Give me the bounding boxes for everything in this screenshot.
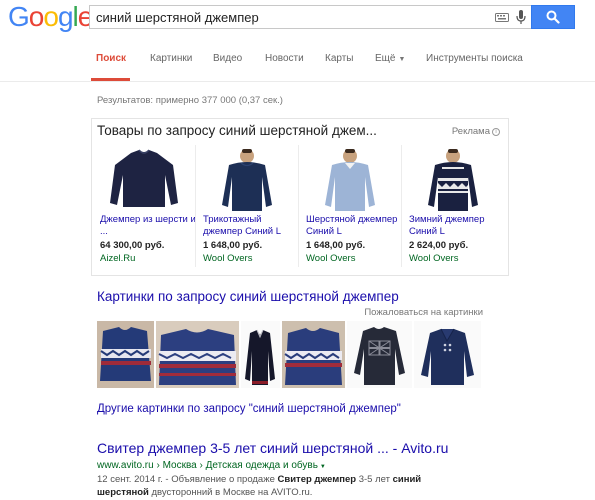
product-card[interactable]: Трикотажный джемпер Синий L 1 648,00 руб… bbox=[196, 145, 298, 269]
images-heading[interactable]: Картинки по запросу синий шерстяной джем… bbox=[97, 289, 399, 304]
product-image bbox=[110, 149, 178, 207]
tab-more-label: Ещё bbox=[375, 53, 396, 64]
active-tab-indicator bbox=[91, 78, 130, 81]
tab-video[interactable]: Видео bbox=[213, 53, 242, 64]
google-logo[interactable]: Google bbox=[8, 1, 93, 32]
more-images-link[interactable]: Другие картинки по запросу "синий шерстя… bbox=[97, 403, 401, 415]
result-snippet: 12 сент. 2014 г. - Объявление о продаже … bbox=[97, 473, 437, 499]
product-image bbox=[325, 149, 375, 211]
keyboard-icon[interactable] bbox=[495, 13, 509, 22]
image-thumbnail[interactable] bbox=[282, 321, 345, 388]
logo-letter: G bbox=[8, 1, 30, 32]
product-price: 64 300,00 руб. bbox=[100, 240, 165, 251]
product-card[interactable]: Шерстяной джемпер Синий L 1 648,00 руб. … bbox=[299, 145, 401, 269]
product-price: 1 648,00 руб. bbox=[203, 240, 263, 251]
product-store: Aizel.Ru bbox=[100, 253, 136, 264]
snippet-highlight: Свитер джемпер bbox=[277, 474, 357, 485]
info-icon: i bbox=[492, 128, 500, 136]
image-thumbnail[interactable] bbox=[156, 321, 239, 388]
tab-images[interactable]: Картинки bbox=[150, 53, 192, 64]
tab-search[interactable]: Поиск bbox=[96, 53, 126, 64]
snippet-text: 3-5 лет bbox=[358, 474, 390, 485]
tab-news[interactable]: Новости bbox=[265, 53, 304, 64]
ads-label-text: Реклама bbox=[451, 126, 490, 137]
product-name[interactable]: Шерстяной джемпер Синий L bbox=[306, 214, 402, 238]
logo-letter: o bbox=[43, 1, 59, 32]
product-store: Wool Overs bbox=[203, 253, 253, 264]
shopping-results: Товары по запросу синий шерстяной джем..… bbox=[91, 118, 509, 276]
logo-letter: g bbox=[57, 1, 74, 32]
product-name[interactable]: Зимний джемпер Синий L bbox=[409, 214, 505, 238]
search-button[interactable] bbox=[531, 5, 575, 29]
tab-search-tools[interactable]: Инструменты поиска bbox=[426, 53, 523, 64]
snippet-date: 12 сент. 2014 г. - bbox=[97, 474, 169, 485]
tab-more[interactable]: Ещё ▼ bbox=[375, 53, 405, 64]
ads-label[interactable]: Реклама i bbox=[452, 126, 500, 137]
breadcrumb-separator: › bbox=[156, 460, 160, 471]
tab-maps[interactable]: Карты bbox=[325, 53, 354, 64]
chevron-down-icon: ▼ bbox=[398, 56, 406, 63]
breadcrumb-link[interactable]: Москва bbox=[163, 460, 197, 471]
product-price: 1 648,00 руб. bbox=[306, 240, 366, 251]
product-image bbox=[428, 149, 478, 211]
image-thumbnail[interactable] bbox=[97, 321, 154, 388]
result-url: www.avito.ru › Москва › Детская одежда и… bbox=[97, 460, 326, 471]
logo-letter: o bbox=[28, 1, 45, 32]
search-tabs: Поиск Картинки Видео Новости Карты Ещё ▼ … bbox=[0, 40, 595, 82]
breadcrumb-separator: › bbox=[199, 460, 203, 471]
product-name[interactable]: Джемпер из шерсти и ... bbox=[100, 214, 196, 238]
image-thumbnail[interactable] bbox=[241, 321, 280, 388]
shopping-title[interactable]: Товары по запросу синий шерстяной джем..… bbox=[97, 123, 377, 138]
breadcrumb-link[interactable]: Детская одежда и обувь bbox=[206, 460, 318, 471]
product-name[interactable]: Трикотажный джемпер Синий L bbox=[203, 214, 299, 238]
product-card[interactable]: Джемпер из шерсти и ... 64 300,00 руб. A… bbox=[93, 145, 196, 269]
result-stats: Результатов: примерно 377 000 (0,37 сек.… bbox=[97, 95, 283, 106]
snippet-text: Объявление о продаже bbox=[171, 474, 275, 485]
result-title-link[interactable]: Свитер джемпер 3-5 лет синий шерстяной .… bbox=[97, 440, 448, 456]
result-url-domain: www.avito.ru bbox=[97, 460, 154, 471]
image-thumbnail[interactable] bbox=[414, 321, 481, 388]
search-box bbox=[89, 5, 531, 29]
product-store: Wool Overs bbox=[409, 253, 459, 264]
product-image bbox=[222, 149, 272, 211]
report-images-link[interactable]: Пожаловаться на картинки bbox=[364, 307, 483, 318]
chevron-down-icon[interactable]: ▼ bbox=[320, 464, 326, 470]
search-input[interactable] bbox=[96, 6, 486, 28]
snippet-text: двусторонний в Москве на AVITO.ru. bbox=[151, 487, 313, 498]
product-price: 2 624,00 руб. bbox=[409, 240, 469, 251]
search-icon bbox=[546, 10, 560, 24]
image-thumbnail[interactable] bbox=[347, 321, 412, 388]
microphone-icon[interactable] bbox=[516, 10, 526, 25]
product-store: Wool Overs bbox=[306, 253, 356, 264]
product-card[interactable]: Зимний джемпер Синий L 2 624,00 руб. Woo… bbox=[402, 145, 504, 269]
